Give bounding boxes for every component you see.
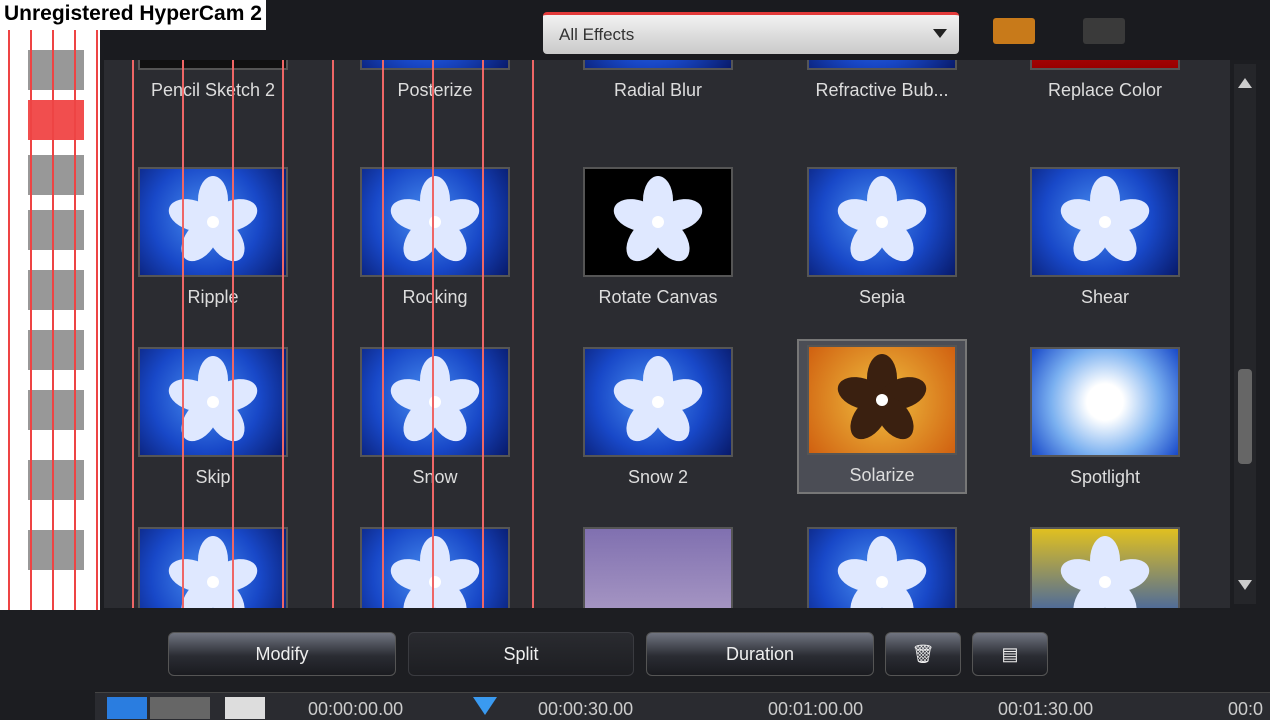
time-tick: 00:0 xyxy=(1228,699,1264,719)
clip-icon[interactable] xyxy=(225,697,265,719)
effect-label: Solarize xyxy=(849,465,915,485)
effect-thumbnail xyxy=(360,347,510,457)
effect-item[interactable]: Rotate Canvas xyxy=(573,167,743,308)
watermark: Unregistered HyperCam 2 xyxy=(0,0,266,30)
effect-thumbnail xyxy=(138,167,288,277)
time-tick: 00:01:00.00 xyxy=(768,699,864,719)
category-sidebar xyxy=(0,30,100,610)
effect-thumbnail xyxy=(360,167,510,277)
scroll-down-icon[interactable] xyxy=(1238,580,1252,590)
effect-thumbnail xyxy=(138,347,288,457)
effect-item[interactable]: Replace Color xyxy=(1020,60,1190,101)
effect-item[interactable]: Radial Blur xyxy=(573,60,743,101)
effect-thumbnail xyxy=(583,167,733,277)
effect-label: Refractive Bub... xyxy=(815,80,949,100)
effects-store-icon[interactable] xyxy=(1083,18,1125,44)
playhead-icon[interactable] xyxy=(473,697,497,715)
effect-label: Skip xyxy=(195,467,231,487)
effect-thumbnail xyxy=(807,60,957,70)
effect-thumbnail xyxy=(807,167,957,277)
trash-icon: 🗑 xyxy=(911,643,935,664)
time-tick: 00:00:00.00 xyxy=(308,699,404,719)
effect-item[interactable]: Posterize xyxy=(350,60,520,101)
effect-item[interactable] xyxy=(350,527,520,608)
effect-item[interactable]: Spotlight xyxy=(1020,347,1190,488)
effect-label: Snow xyxy=(412,467,458,487)
effect-thumbnail xyxy=(807,527,957,608)
effect-item[interactable] xyxy=(573,527,743,608)
effect-label: Sepia xyxy=(858,287,906,307)
effect-thumbnail xyxy=(583,60,733,70)
effect-thumbnail xyxy=(360,527,510,608)
effect-thumbnail xyxy=(138,527,288,608)
split-button[interactable]: Split xyxy=(408,632,634,676)
effect-label: Radial Blur xyxy=(613,80,703,100)
effect-thumbnail xyxy=(1030,527,1180,608)
view-toggle-icon[interactable] xyxy=(150,697,210,719)
effect-item[interactable]: Sepia xyxy=(797,167,967,308)
effect-label: Rocking xyxy=(402,287,468,307)
effect-item[interactable] xyxy=(128,527,298,608)
effect-thumbnail xyxy=(807,345,957,455)
effects-filter-dropdown[interactable]: All Effects xyxy=(543,12,959,54)
scrollbar[interactable] xyxy=(1234,64,1256,604)
effect-label: Ripple xyxy=(187,287,239,307)
effect-thumbnail xyxy=(583,527,733,608)
marker-icon[interactable] xyxy=(107,697,147,719)
effect-label: Replace Color xyxy=(1047,80,1163,100)
effect-item[interactable] xyxy=(797,527,967,608)
effect-label: Snow 2 xyxy=(627,467,689,487)
effects-grid: Pencil Sketch 2 Posterize Radial Blur Refra… xyxy=(104,60,1230,608)
effect-thumbnail xyxy=(360,60,510,70)
toolbar: Modify Split Duration 🗑 ▤ xyxy=(0,610,1270,690)
download-effects-icon[interactable] xyxy=(993,18,1035,44)
effect-item[interactable]: Shear xyxy=(1020,167,1190,308)
effect-label: Posterize xyxy=(397,80,473,100)
effect-thumbnail xyxy=(138,60,288,70)
effect-thumbnail xyxy=(583,347,733,457)
effect-label: Pencil Sketch 2 xyxy=(150,80,276,100)
effect-thumbnail xyxy=(1030,60,1180,70)
effect-thumbnail xyxy=(1030,347,1180,457)
effect-item[interactable]: Pencil Sketch 2 xyxy=(128,60,298,101)
chevron-down-icon xyxy=(933,29,947,38)
time-tick: 00:01:30.00 xyxy=(998,699,1094,719)
video-artifact-stripes xyxy=(0,30,100,610)
delete-button[interactable]: 🗑 xyxy=(885,632,961,676)
effect-label: Shear xyxy=(1080,287,1130,307)
effect-label: Rotate Canvas xyxy=(598,287,718,307)
effect-item[interactable]: Refractive Bub... xyxy=(797,60,967,101)
apply-button[interactable]: ▤ xyxy=(972,632,1048,676)
duration-button[interactable]: Duration xyxy=(646,632,874,676)
scroll-up-icon[interactable] xyxy=(1238,78,1252,88)
effect-thumbnail xyxy=(1030,167,1180,277)
effect-item[interactable]: Solarize xyxy=(797,339,967,494)
apply-to-clip-icon: ▤ xyxy=(1001,643,1019,664)
time-tick: 00:00:30.00 xyxy=(538,699,634,719)
dropdown-value: All Effects xyxy=(559,25,635,44)
effect-item[interactable]: Rocking xyxy=(350,167,520,308)
effect-item[interactable]: Snow xyxy=(350,347,520,488)
effect-item[interactable]: Ripple xyxy=(128,167,298,308)
effect-item[interactable]: Snow 2 xyxy=(573,347,743,488)
effect-label: Spotlight xyxy=(1069,467,1141,487)
timeline-ruler[interactable]: 00:00:00.00 00:00:30.00 00:01:00.00 00:0… xyxy=(95,692,1270,720)
modify-button[interactable]: Modify xyxy=(168,632,396,676)
effect-item[interactable] xyxy=(1020,527,1190,608)
scrollbar-thumb[interactable] xyxy=(1238,369,1252,464)
effect-item[interactable]: Skip xyxy=(128,347,298,488)
